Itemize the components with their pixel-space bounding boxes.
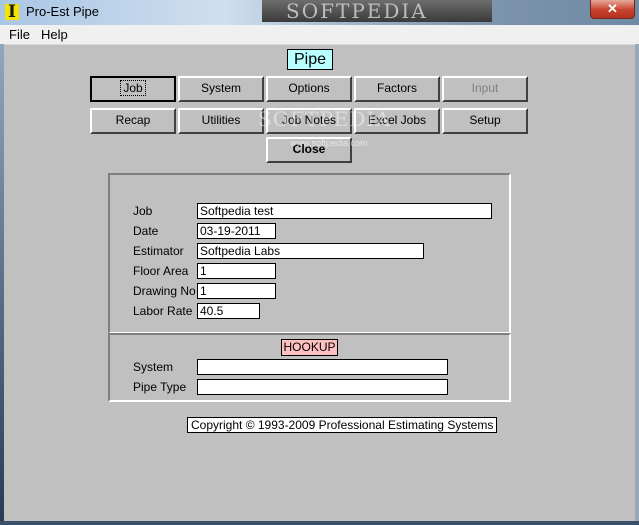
excel-jobs-button[interactable]: Excel Jobs <box>354 108 440 134</box>
system-button[interactable]: System <box>178 76 264 102</box>
factors-button[interactable]: Factors <box>354 76 440 102</box>
recap-button[interactable]: Recap <box>90 108 176 134</box>
date-label: Date <box>133 224 159 238</box>
hookup-title: HOOKUP <box>281 339 338 356</box>
window-bottom-border <box>0 521 639 525</box>
labor-rate-field[interactable]: 40.5 <box>197 303 260 319</box>
app-icon: I <box>5 4 19 21</box>
drawing-no-label: Drawing No <box>133 284 196 298</box>
window-close-button[interactable]: ✕ <box>590 0 635 19</box>
window-right-border <box>635 44 639 525</box>
estimator-field[interactable]: Softpedia Labs <box>197 243 424 259</box>
floor-area-label: Floor Area <box>133 264 189 278</box>
date-field[interactable]: 03-19-2011 <box>197 223 276 239</box>
setup-button[interactable]: Setup <box>442 108 528 134</box>
drawing-no-field[interactable]: 1 <box>197 283 276 299</box>
system-field[interactable] <box>197 359 448 375</box>
menu-file[interactable]: File <box>6 27 33 42</box>
estimator-label: Estimator <box>133 244 184 258</box>
menu-help[interactable]: Help <box>38 27 71 42</box>
job-label: Job <box>133 204 153 218</box>
job-button-label: Job <box>120 80 146 96</box>
copyright-notice: Copyright © 1993-2009 Professional Estim… <box>187 417 498 433</box>
window-title: Pro-Est Pipe <box>26 4 99 19</box>
job-notes-button[interactable]: Job Notes <box>266 108 352 134</box>
options-button[interactable]: Options <box>266 76 352 102</box>
job-field[interactable]: Softpedia test <box>197 203 492 219</box>
floor-area-field[interactable]: 1 <box>197 263 276 279</box>
title-bar[interactable]: I Pro-Est Pipe SOFTPEDIA ✕ <box>0 0 639 25</box>
system-label: System <box>133 360 174 374</box>
pipe-type-field[interactable] <box>197 379 448 395</box>
labor-rate-label: Labor Rate <box>133 304 193 318</box>
menu-bar: File Help <box>0 25 639 45</box>
softpedia-watermark: SOFTPEDIA <box>262 0 492 22</box>
utilities-button[interactable]: Utilities <box>178 108 264 134</box>
job-button[interactable]: Job <box>90 76 176 102</box>
close-button[interactable]: Close <box>266 137 352 163</box>
page-title: Pipe <box>287 49 333 70</box>
input-button[interactable]: Input <box>442 76 528 102</box>
pipe-type-label: Pipe Type <box>133 380 187 394</box>
